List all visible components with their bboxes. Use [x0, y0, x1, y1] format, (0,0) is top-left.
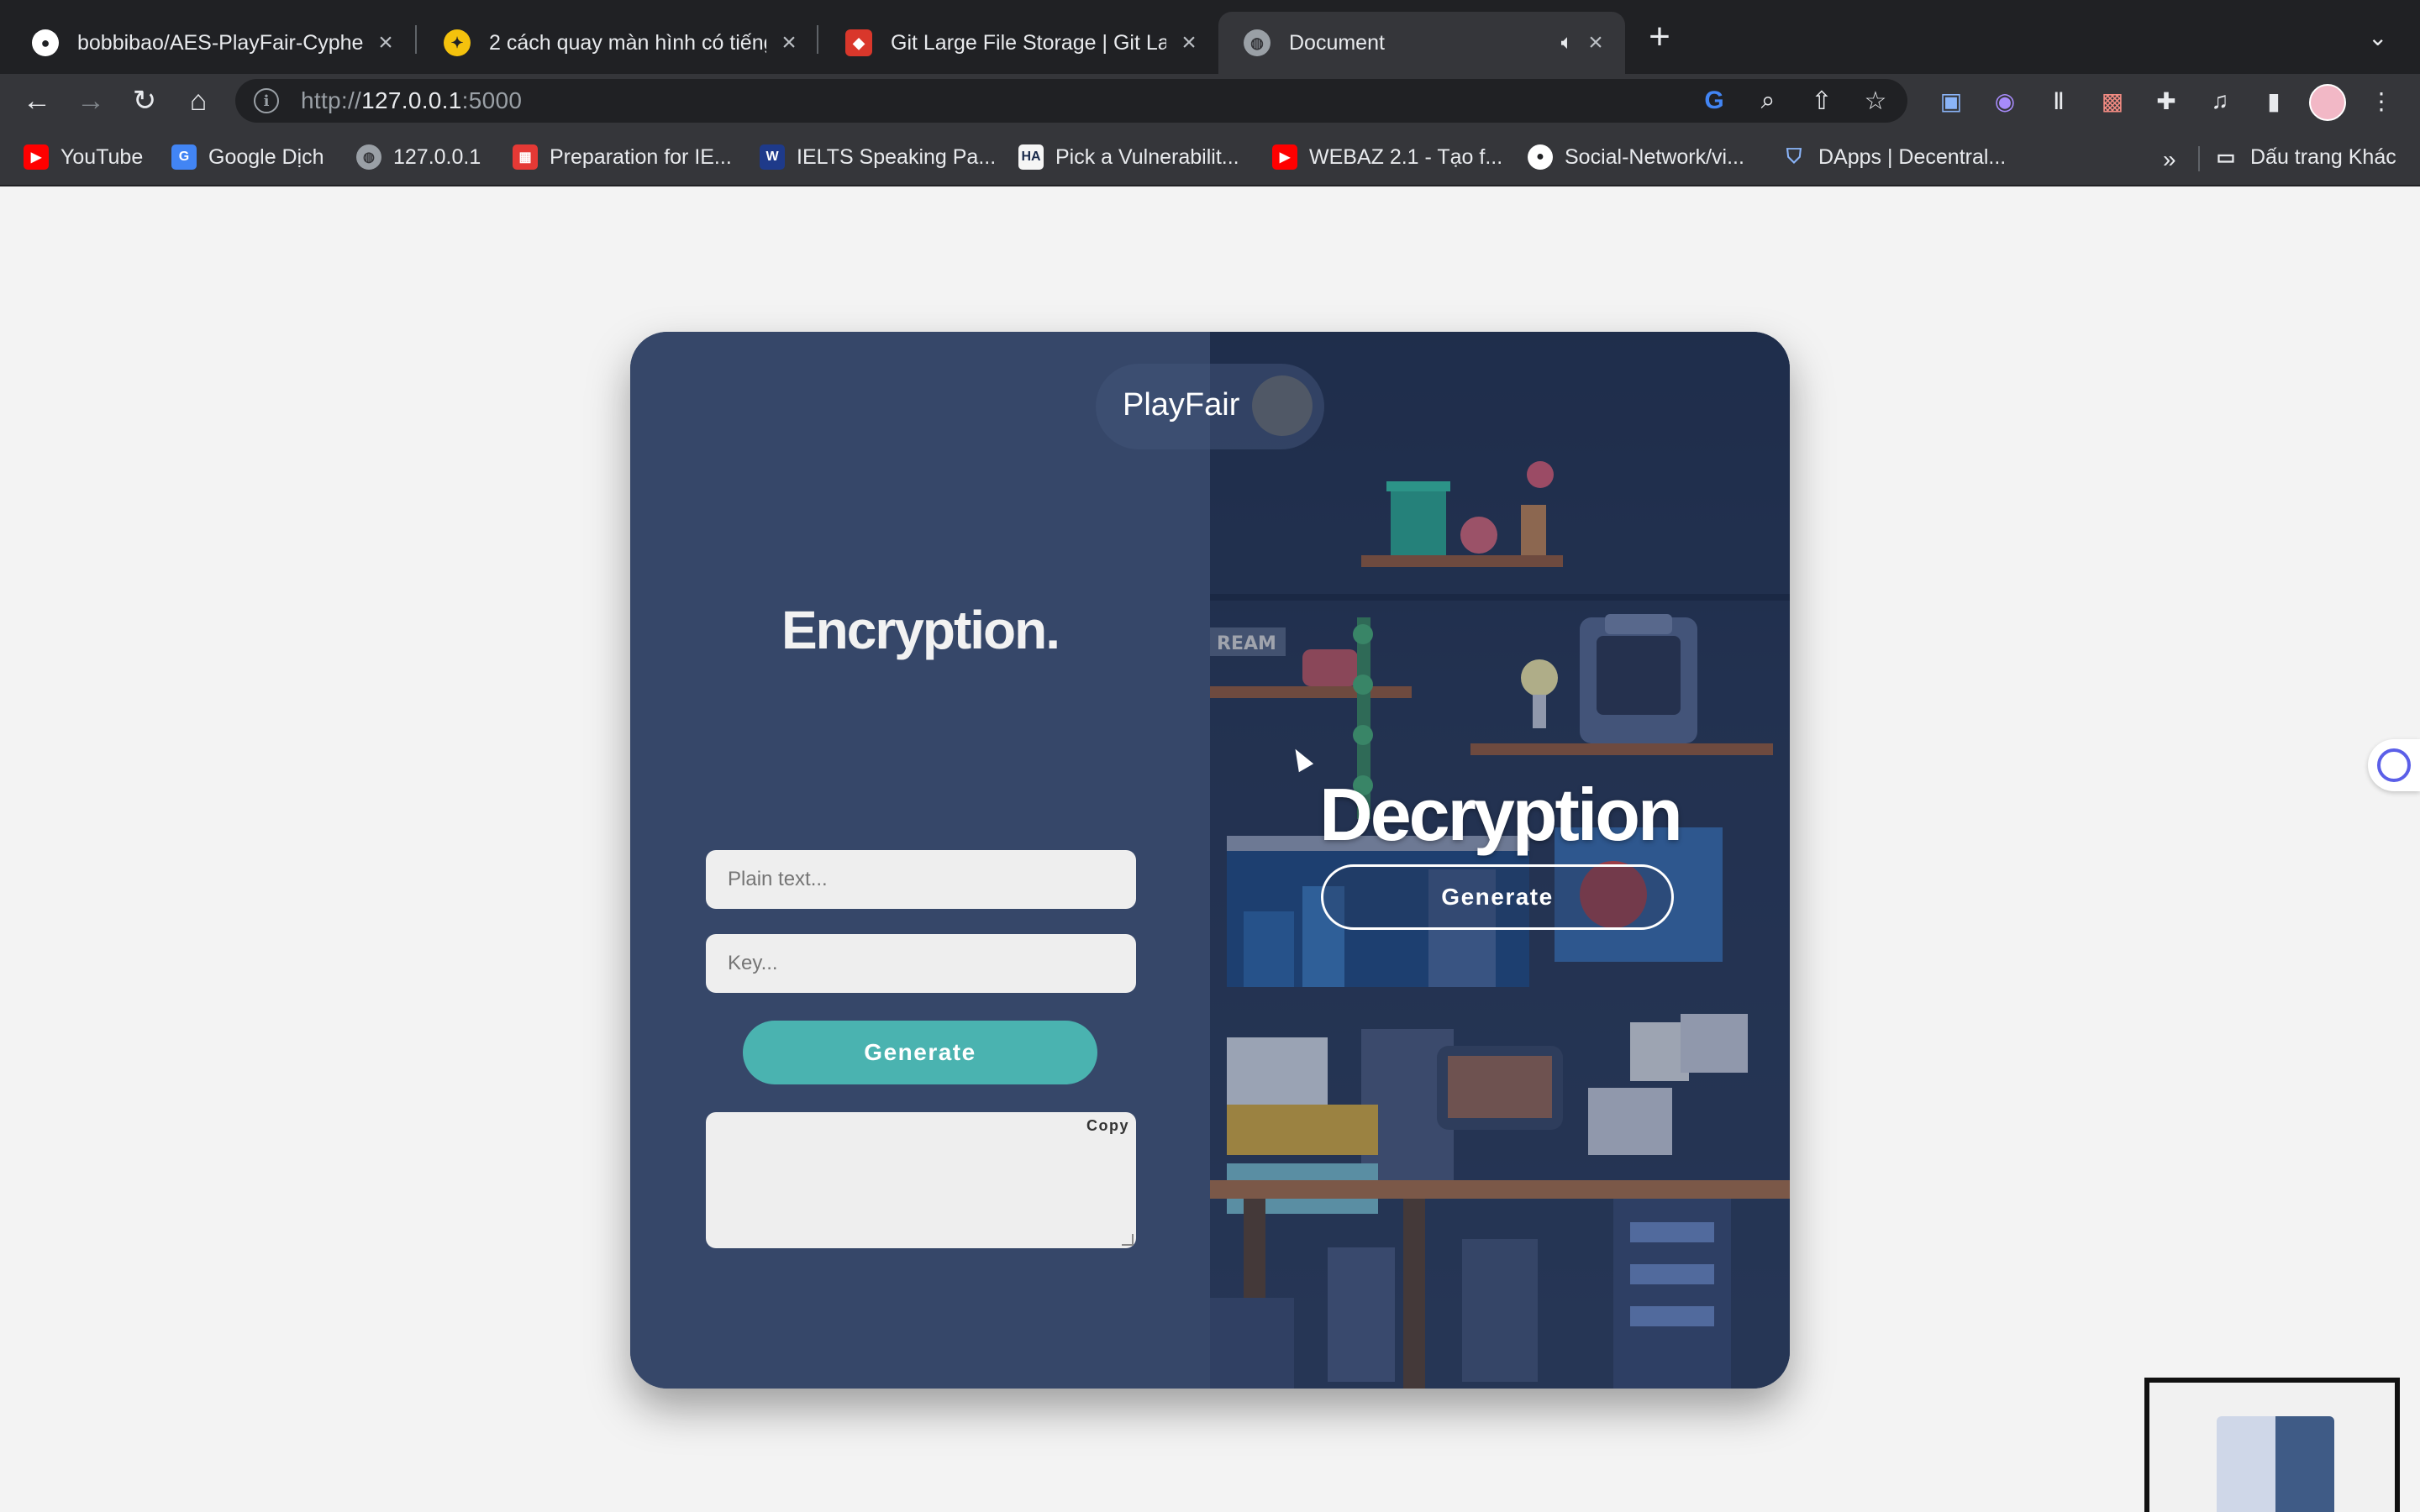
bookmark-label: DApps | Decentral... — [1818, 144, 2007, 169]
bookmark-localhost[interactable]: ◍ 127.0.0.1 — [356, 141, 481, 173]
toggle-knob[interactable] — [1252, 375, 1313, 436]
screen-recording-thumbnail[interactable] — [2144, 1378, 2400, 1512]
tab-strip: ● bobbibao/AES-PlayFair-Cypher × ✦ 2 các… — [0, 0, 2420, 74]
translate-extension-icon[interactable]: ▣ — [1933, 82, 1970, 119]
bookmark-label: YouTube — [60, 144, 144, 169]
profile-avatar[interactable] — [2309, 84, 2346, 121]
bookmark-label: Dấu trang Khác — [2250, 144, 2396, 169]
tab-document[interactable]: ◍ Document 🔈︎ × — [1218, 12, 1625, 74]
bookmark-star-icon[interactable]: ☆ — [1857, 82, 1894, 119]
google-translate-icon: G — [171, 144, 197, 170]
bookmark-google-translate[interactable]: G Google Dịch — [171, 141, 324, 173]
youtube-icon: ▶ — [1272, 144, 1297, 170]
new-tab-button[interactable]: + — [1640, 18, 1679, 57]
decryption-title: Decryption — [1319, 773, 1683, 856]
bookmarks-overflow-button[interactable]: » — [2163, 146, 2176, 173]
google-lens-icon[interactable]: G — [1696, 82, 1733, 119]
close-icon[interactable]: × — [776, 29, 802, 56]
zoom-icon[interactable]: ⌕ — [1749, 82, 1786, 119]
bookmark-dapps[interactable]: ⛉ DApps | Decentral... — [1781, 141, 2006, 173]
grid-icon: ▦ — [513, 144, 538, 170]
decrypt-generate-button[interactable]: Generate — [1321, 864, 1674, 930]
share-icon[interactable]: ⇧ — [1803, 82, 1840, 119]
screen-extension-icon[interactable]: ▩ — [2094, 82, 2131, 119]
resize-handle-icon[interactable] — [1122, 1234, 1134, 1246]
tab-github-repo[interactable]: ● bobbibao/AES-PlayFair-Cypher × — [7, 12, 415, 74]
key-input[interactable] — [706, 934, 1136, 993]
url-scheme: http:// — [301, 87, 362, 113]
globe-icon: ◍ — [1244, 29, 1270, 56]
decryption-panel: REAM Decryption Generate — [1210, 332, 1790, 1389]
bookmark-label: Preparation for IE... — [550, 144, 732, 169]
tab-title: bobbibao/AES-PlayFair-Cypher — [77, 30, 363, 55]
cipher-card: Encryption. Generate Copy — [630, 332, 1790, 1389]
url-host: 127.0.0.1 — [361, 87, 462, 113]
bookmark-label: Social-Network/vi... — [1565, 144, 1744, 169]
github-icon: ● — [1528, 144, 1553, 170]
url-port: :5000 — [461, 87, 523, 113]
tab-title: 2 cách quay màn hình có tiếng — [489, 30, 766, 55]
bookmark-label: 127.0.0.1 — [393, 144, 481, 169]
speaker-icon[interactable]: 🔈︎ — [1561, 31, 1573, 55]
page-viewport: Encryption. Generate Copy — [0, 186, 2420, 1512]
toggle-label: PlayFair — [1123, 387, 1240, 423]
encryption-output-textarea[interactable]: Copy — [706, 1112, 1136, 1248]
desk-illustration: REAM — [1210, 332, 1790, 1389]
bookmark-label: Google Dịch — [208, 144, 324, 169]
thumbnail-image — [2275, 1416, 2334, 1512]
copy-button[interactable]: Copy — [1086, 1117, 1129, 1135]
bookmark-label: Pick a Vulnerabilit... — [1055, 144, 1239, 169]
tab-title: Git Large File Storage | Git Larg — [891, 30, 1166, 55]
bookmark-ielts-prep[interactable]: ▦ Preparation for IE... — [513, 141, 732, 173]
bookmark-label: WEBAZ 2.1 - Tạo f... — [1309, 144, 1503, 169]
encryption-panel: Encryption. Generate Copy — [630, 332, 1210, 1389]
tab-screen-record[interactable]: ✦ 2 cách quay màn hình có tiếng × — [418, 12, 818, 74]
side-panel-icon[interactable]: ▮ — [2255, 82, 2292, 119]
url-text: http://127.0.0.1:5000 — [301, 87, 522, 114]
bookmark-webaz[interactable]: ▶ WEBAZ 2.1 - Tạo f... — [1272, 141, 1502, 173]
bookmark-social-network[interactable]: ● Social-Network/vi... — [1528, 141, 1744, 173]
close-icon[interactable]: × — [373, 29, 398, 56]
browser-toolbar: ← → ↻ ⌂ i http://127.0.0.1:5000 G ⌕ ⇧ ☆ … — [0, 74, 2420, 128]
globe-icon: ◍ — [356, 144, 381, 170]
bookmark-youtube[interactable]: ▶ YouTube — [24, 141, 143, 173]
ha-icon: HA — [1018, 144, 1044, 170]
running-man-icon: ✦ — [444, 29, 471, 56]
folder-icon: ▭ — [2216, 145, 2236, 169]
media-control-icon[interactable]: ♫ — [2202, 82, 2238, 119]
ielts-icon: W — [760, 144, 785, 170]
back-button[interactable]: ← — [17, 81, 57, 121]
tab-divider — [817, 25, 818, 54]
bot-icon — [2377, 748, 2411, 782]
extensions-puzzle-icon[interactable]: ✚ — [2148, 82, 2185, 119]
shield-icon: ⛉ — [1786, 145, 1802, 168]
address-bar[interactable]: i http://127.0.0.1:5000 G ⌕ ⇧ ☆ — [235, 79, 1907, 123]
github-icon: ● — [32, 29, 59, 56]
bookmark-label: IELTS Speaking Pa... — [797, 144, 997, 169]
encrypt-generate-button[interactable]: Generate — [743, 1021, 1097, 1084]
tab-title: Document — [1289, 30, 1385, 55]
encryption-title: Encryption. — [781, 600, 1060, 660]
youtube-icon: ▶ — [24, 144, 49, 170]
text-extension-icon[interactable]: Ⅱ — [2040, 82, 2077, 119]
home-button[interactable]: ⌂ — [178, 81, 218, 121]
menu-kebab-icon[interactable]: ⋮ — [2363, 82, 2400, 119]
forward-button[interactable]: → — [71, 81, 111, 121]
bookmark-ielts-speaking[interactable]: W IELTS Speaking Pa... — [760, 141, 996, 173]
chevron-down-icon[interactable]: ⌄ — [2368, 24, 2387, 51]
other-bookmarks-folder[interactable]: ▭ Dấu trang Khác — [2213, 141, 2396, 173]
git-lfs-icon: ◆ — [845, 29, 872, 56]
bookmarks-divider — [2198, 146, 2200, 171]
close-icon[interactable]: × — [1176, 29, 1202, 56]
bookmark-vulnerability[interactable]: HA Pick a Vulnerabilit... — [1018, 141, 1239, 173]
reload-button[interactable]: ↻ — [124, 81, 165, 121]
close-icon[interactable]: × — [1583, 29, 1608, 56]
sidebar-bot-button[interactable] — [2368, 739, 2420, 791]
plain-text-input[interactable] — [706, 850, 1136, 909]
bot-extension-icon[interactable]: ◉ — [1986, 82, 2023, 119]
info-icon[interactable]: i — [254, 88, 279, 113]
tab-git-lfs[interactable]: ◆ Git Large File Storage | Git Larg × — [820, 12, 1218, 74]
tab-divider — [415, 25, 417, 54]
bookmarks-bar: ▶ YouTube G Google Dịch ◍ 127.0.0.1 ▦ Pr… — [0, 128, 2420, 186]
